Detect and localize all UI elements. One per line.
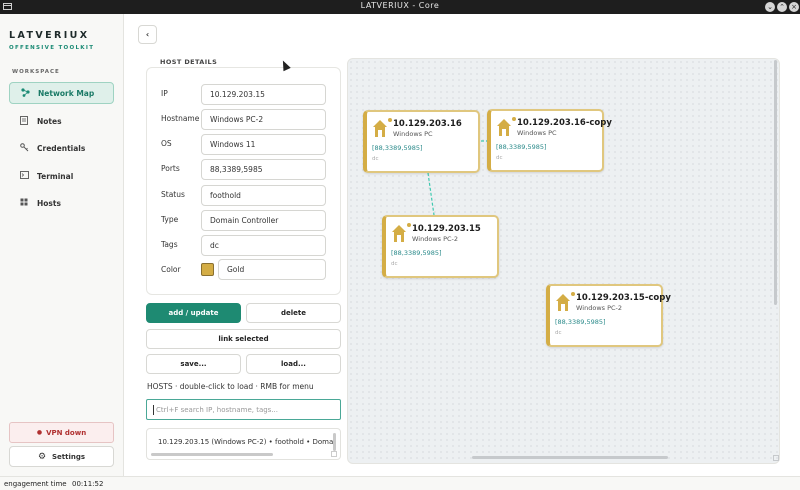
status-label: Status xyxy=(161,190,185,199)
node-ip: 10.129.203.16 xyxy=(393,119,462,129)
horizontal-scrollbar[interactable] xyxy=(151,453,273,456)
key-icon xyxy=(18,142,30,154)
terminal-icon xyxy=(18,171,30,181)
status-dot-icon xyxy=(512,117,516,121)
minimize-icon[interactable]: ⌄ xyxy=(765,2,775,12)
host-node[interactable]: 10.129.203.15-copy Windows PC-2 [88,3389… xyxy=(546,284,671,347)
status-dot-icon xyxy=(407,223,411,227)
maximize-icon[interactable]: ⌃ xyxy=(777,2,787,12)
node-ports: [88,3389,5985] xyxy=(496,143,547,151)
canvas-vertical-scrollbar[interactable] xyxy=(774,60,777,305)
back-button[interactable]: ‹ xyxy=(138,25,157,44)
sidebar-item-network-map[interactable]: Network Map xyxy=(9,82,114,104)
workspace-label: WORKSPACE xyxy=(12,69,60,75)
vpn-status-badge[interactable]: ● VPN down xyxy=(9,422,114,443)
resize-corner-icon xyxy=(331,451,337,457)
sidebar-item-hosts[interactable]: Hosts xyxy=(9,192,114,214)
node-tag: dc xyxy=(391,261,398,267)
hostname-label: Hostname xyxy=(161,114,200,123)
engagement-time-label: engagement time xyxy=(4,480,67,488)
color-field[interactable]: Gold xyxy=(218,259,326,280)
node-ports: [88,3389,5985] xyxy=(555,318,606,326)
settings-button[interactable]: ⚙ Settings xyxy=(9,446,114,467)
sidebar-item-notes[interactable]: Notes xyxy=(9,110,114,132)
ports-label: Ports xyxy=(161,164,180,173)
link-selected-button[interactable]: link selected xyxy=(146,329,341,349)
search-placeholder: Ctrl+F search IP, hostname, tags... xyxy=(156,405,278,414)
list-item[interactable]: 10.129.203.15 (Windows PC-2) • foothold … xyxy=(158,438,334,446)
node-tag: dc xyxy=(555,330,562,336)
window-title: LATVERIUX - Core xyxy=(360,1,440,10)
color-swatch[interactable] xyxy=(201,263,214,276)
type-field[interactable]: Domain Controller xyxy=(201,210,326,231)
status-dot-icon xyxy=(571,292,575,296)
node-tag: dc xyxy=(496,155,503,161)
engagement-time-value: 00:11:52 xyxy=(72,480,104,488)
node-os: Windows PC-2 xyxy=(576,304,623,312)
tags-label: Tags xyxy=(161,240,178,249)
delete-button[interactable]: delete xyxy=(246,303,341,323)
sidebar-item-label: Network Map xyxy=(38,88,95,98)
status-dot-icon xyxy=(388,118,392,122)
status-field[interactable]: foothold xyxy=(201,185,326,206)
sidebar-item-credentials[interactable]: Credentials xyxy=(9,137,114,159)
text-caret xyxy=(153,404,154,415)
node-ports: [88,3389,5985] xyxy=(372,144,423,152)
os-label: OS xyxy=(161,139,172,148)
host-details-title: HOST DETAILS xyxy=(160,58,218,66)
house-icon xyxy=(373,120,387,138)
host-node[interactable]: 10.129.203.15 Windows PC-2 [88,3389,5985… xyxy=(382,215,499,278)
title-bar: LATVERIUX - Core ⌄ ⌃ × xyxy=(0,0,800,14)
settings-label: Settings xyxy=(52,452,86,461)
host-node[interactable]: 10.129.203.16 Windows PC [88,3389,5985] … xyxy=(363,110,480,173)
notes-icon xyxy=(18,115,30,127)
hosts-list[interactable]: 10.129.203.15 (Windows PC-2) • foothold … xyxy=(146,428,341,460)
node-ip: 10.129.203.15 xyxy=(412,224,481,234)
sidebar-item-label: Terminal xyxy=(37,171,74,181)
status-dot-icon: ● xyxy=(36,429,43,436)
node-ip: 10.129.203.15-copy xyxy=(576,293,671,303)
house-icon xyxy=(497,119,511,137)
node-tag: dc xyxy=(372,156,379,162)
hosts-hint: HOSTS · double-click to load · RMB for m… xyxy=(147,382,314,391)
vpn-status-label: VPN down xyxy=(46,428,87,437)
house-icon xyxy=(556,294,570,312)
node-ports: [88,3389,5985] xyxy=(391,249,442,257)
sidebar-item-label: Notes xyxy=(37,116,62,126)
ip-label: IP xyxy=(161,89,168,98)
save-button[interactable]: save... xyxy=(146,354,241,374)
node-os: Windows PC xyxy=(517,129,557,137)
node-os: Windows PC xyxy=(393,130,433,138)
sidebar-item-terminal[interactable]: Terminal xyxy=(9,165,114,187)
host-node[interactable]: 10.129.203.16-copy Windows PC [88,3389,5… xyxy=(487,109,612,172)
resize-corner-icon xyxy=(773,455,779,461)
brand-logo: LATVERIUX xyxy=(9,30,90,41)
network-icon xyxy=(19,87,31,99)
network-map-canvas[interactable]: 10.129.203.16 Windows PC [88,3389,5985] … xyxy=(347,58,780,464)
gear-icon: ⚙ xyxy=(37,451,47,462)
tags-field[interactable]: dc xyxy=(201,235,326,256)
sidebar-item-label: Credentials xyxy=(37,143,86,153)
link-line xyxy=(427,172,435,216)
hostname-field[interactable]: Windows PC-2 xyxy=(201,109,326,130)
ports-field[interactable]: 88,3389,5985 xyxy=(201,159,326,180)
close-icon[interactable]: × xyxy=(789,2,799,12)
canvas-horizontal-scrollbar[interactable] xyxy=(472,456,668,459)
sidebar: LATVERIUX OFFENSIVE TOOLKIT WORKSPACE Ne… xyxy=(0,14,124,476)
vertical-scrollbar[interactable] xyxy=(333,433,336,451)
search-input[interactable]: Ctrl+F search IP, hostname, tags... xyxy=(146,399,341,420)
sidebar-item-label: Hosts xyxy=(37,198,61,208)
load-button[interactable]: load... xyxy=(246,354,341,374)
brand-subtitle: OFFENSIVE TOOLKIT xyxy=(9,45,95,51)
house-icon xyxy=(392,225,406,243)
status-bar: engagement time 00:11:52 xyxy=(0,476,800,490)
node-os: Windows PC-2 xyxy=(412,235,459,243)
grid-icon xyxy=(18,198,30,208)
os-field[interactable]: Windows 11 xyxy=(201,134,326,155)
ip-field[interactable]: 10.129.203.15 xyxy=(201,84,326,105)
add-update-button[interactable]: add / update xyxy=(146,303,241,323)
node-ip: 10.129.203.16-copy xyxy=(517,118,612,128)
color-label: Color xyxy=(161,265,181,274)
type-label: Type xyxy=(161,215,179,224)
